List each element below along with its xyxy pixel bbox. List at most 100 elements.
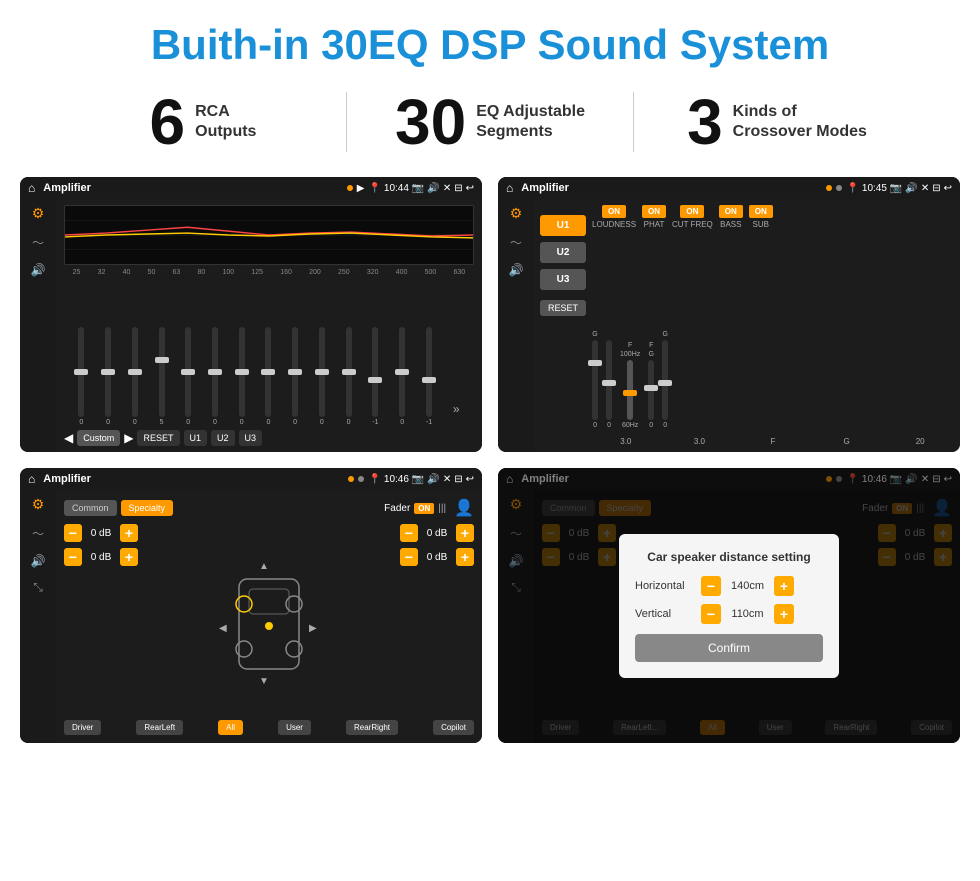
- u1-channel-btn[interactable]: U1: [540, 215, 586, 236]
- amp-sliders-row: G 0 0: [592, 239, 954, 429]
- wave-icon-1[interactable]: 〜: [32, 234, 44, 251]
- horizontal-minus-btn[interactable]: −: [701, 576, 721, 596]
- bass-on[interactable]: ON: [719, 205, 743, 218]
- db-row-1: − 0 dB +: [64, 524, 138, 542]
- home-icon-1[interactable]: ⌂: [28, 181, 35, 195]
- confirm-button[interactable]: Confirm: [635, 634, 823, 662]
- app-title-2: Amplifier: [521, 182, 822, 194]
- status-dot-1: [347, 185, 353, 191]
- specialty-tab-3[interactable]: Specialty: [121, 500, 174, 516]
- cutfreq-on[interactable]: ON: [680, 205, 704, 218]
- left-sidebar-2: ⚙ 〜 🔊: [498, 199, 534, 452]
- horizontal-control: − 140cm +: [701, 576, 823, 596]
- minus-btn-2[interactable]: −: [64, 548, 82, 566]
- vertical-row: Vertical − 110cm +: [635, 604, 823, 624]
- eq-sidebar-icon[interactable]: ⚙: [32, 205, 45, 222]
- vertical-label: Vertical: [635, 608, 695, 620]
- slider-col-3: 0: [132, 280, 138, 426]
- fader-main: − 0 dB + − 0 dB +: [64, 524, 474, 714]
- loudness-on[interactable]: ON: [602, 205, 626, 218]
- stat-rca: 6 RCAOutputs: [60, 90, 346, 154]
- expand-icon-3[interactable]: ⤡: [33, 580, 43, 595]
- sub-on[interactable]: ON: [749, 205, 773, 218]
- db-row-2: − 0 dB +: [64, 548, 138, 566]
- wave-icon-2[interactable]: 〜: [510, 234, 522, 251]
- slider-col-2: 0: [105, 280, 111, 426]
- stat-text-crossover: Kinds ofCrossover Modes: [733, 102, 867, 144]
- plus-btn-4[interactable]: +: [456, 548, 474, 566]
- volume-icon-1[interactable]: 🔊: [31, 263, 46, 277]
- slider-col-10: 0: [319, 280, 325, 426]
- custom-btn[interactable]: Custom: [77, 430, 120, 446]
- fader-on-badge[interactable]: ON: [414, 503, 434, 514]
- vol-icon-3[interactable]: 🔊: [31, 554, 46, 568]
- rec-dot-3: [358, 476, 364, 482]
- wave-icon-3[interactable]: 〜: [32, 525, 44, 542]
- vertical-plus-btn[interactable]: +: [774, 604, 794, 624]
- channel-list: U1 U2 U3 RESET: [540, 205, 586, 446]
- left-sidebar-3: ⚙ 〜 🔊 ⤡: [20, 490, 56, 743]
- horizontal-label: Horizontal: [635, 580, 695, 592]
- plus-btn-2[interactable]: +: [120, 548, 138, 566]
- dialog-overlay: Car speaker distance setting Horizontal …: [498, 468, 960, 743]
- prev-arrow[interactable]: ◀: [64, 431, 73, 445]
- user-btn[interactable]: User: [278, 720, 311, 735]
- freq-labels: 253240506380100 125160200250320400500630: [64, 269, 474, 276]
- slider-col-12: -1: [372, 280, 378, 426]
- minus-btn-3[interactable]: −: [400, 524, 418, 542]
- play-btn[interactable]: ▶: [124, 431, 133, 445]
- slider-col-7: 0: [239, 280, 245, 426]
- stat-number-crossover: 3: [687, 90, 723, 154]
- minus-btn-4[interactable]: −: [400, 548, 418, 566]
- svg-text:▶: ▶: [309, 623, 317, 634]
- fader-content: Common Specialty Fader ON ||| 👤 − 0 dB: [56, 490, 482, 743]
- rearleft-btn[interactable]: RearLeft: [136, 720, 183, 735]
- u1-btn-1[interactable]: U1: [184, 430, 208, 446]
- freq-values-row: 3.0 3.0 F G 20: [592, 437, 954, 446]
- horizontal-plus-btn[interactable]: +: [774, 576, 794, 596]
- horizontal-value: 140cm: [725, 580, 770, 592]
- db-value-4: 0 dB: [422, 552, 452, 563]
- db-row-4: − 0 dB +: [400, 548, 474, 566]
- cutfreq-toggle: ON CUT FREQ: [672, 205, 713, 229]
- slider-col-9: 0: [292, 280, 298, 426]
- toggle-row: ON LOUDNESS ON PHAT ON CUT FREQ ON: [592, 205, 954, 229]
- reset-btn-2[interactable]: RESET: [540, 300, 586, 316]
- db-controls-right: − 0 dB + − 0 dB +: [400, 524, 474, 714]
- u3-channel-btn[interactable]: U3: [540, 269, 586, 290]
- phat-slider: 0: [606, 338, 612, 429]
- plus-btn-1[interactable]: +: [120, 524, 138, 542]
- db-row-3: − 0 dB +: [400, 524, 474, 542]
- home-icon-3[interactable]: ⌂: [28, 472, 35, 486]
- eq-sliders: 0 0 0 5 0 0 0 0 0 0 0 -1 0 -1 »: [64, 280, 474, 426]
- phat-toggle: ON PHAT: [642, 205, 666, 229]
- vertical-value: 110cm: [725, 608, 770, 620]
- stat-text-eq: EQ AdjustableSegments: [476, 102, 585, 144]
- all-btn[interactable]: All: [218, 720, 243, 735]
- home-icon-2[interactable]: ⌂: [506, 181, 513, 195]
- more-icon[interactable]: »: [453, 402, 460, 426]
- driver-btn[interactable]: Driver: [64, 720, 101, 735]
- eq-icon-2[interactable]: ⚙: [510, 205, 523, 222]
- common-tab-3[interactable]: Common: [64, 500, 117, 516]
- u3-btn-1[interactable]: U3: [239, 430, 263, 446]
- copilot-btn[interactable]: Copilot: [433, 720, 474, 735]
- play-icon-1: ▶: [357, 183, 365, 194]
- dialog-title: Car speaker distance setting: [635, 550, 823, 564]
- eq-screen: ⌂ Amplifier ▶ 📍10:44📷🔊✕⊟↩ ⚙ 〜 🔊: [20, 177, 482, 452]
- vol-icon-2[interactable]: 🔊: [509, 263, 524, 277]
- eq-icon-3[interactable]: ⚙: [32, 496, 45, 513]
- tab-row-3: Common Specialty Fader ON ||| 👤: [64, 498, 474, 518]
- phat-on[interactable]: ON: [642, 205, 666, 218]
- u2-channel-btn[interactable]: U2: [540, 242, 586, 263]
- reset-btn-1[interactable]: RESET: [137, 430, 179, 446]
- vertical-minus-btn[interactable]: −: [701, 604, 721, 624]
- rec-dot-2: [836, 185, 842, 191]
- amp-content: U1 U2 U3 RESET ON LOUDNESS ON PHAT: [534, 199, 960, 452]
- status-icons-2: 📍10:45📷🔊✕⊟↩: [846, 183, 952, 194]
- u2-btn-1[interactable]: U2: [211, 430, 235, 446]
- rearleft-down[interactable]: RearRight: [346, 720, 398, 735]
- minus-btn-1[interactable]: −: [64, 524, 82, 542]
- status-dot-2: [826, 185, 832, 191]
- plus-btn-3[interactable]: +: [456, 524, 474, 542]
